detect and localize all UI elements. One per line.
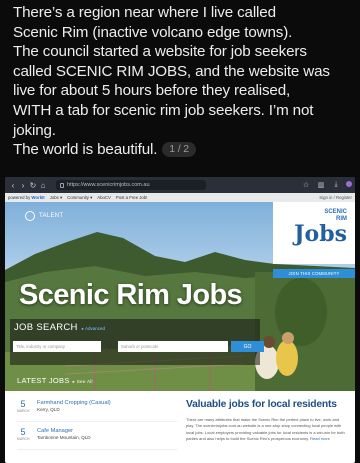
- forward-icon[interactable]: ›: [18, 181, 28, 190]
- promo-title: Valuable jobs for local residents: [186, 399, 337, 410]
- site-logo[interactable]: SCENIC RIM Jobs: [273, 202, 355, 264]
- search-icon[interactable]: ⚲: [104, 341, 115, 352]
- extension-icon[interactable]: [346, 181, 352, 187]
- join-community-button[interactable]: JOIN THIS COMMUNITY: [273, 269, 355, 278]
- site-nav: powered by WorkIt Jobs ▾ Community ▾ Abo…: [5, 193, 355, 202]
- advanced-search-link[interactable]: ▸ Advanced: [82, 326, 105, 331]
- nav-item-abocv[interactable]: AboCV: [97, 195, 111, 200]
- nav-item-jobs[interactable]: Jobs ▾: [50, 195, 62, 201]
- location-input[interactable]: Suburb or postcode: [118, 341, 228, 352]
- reload-icon[interactable]: ↻: [28, 181, 38, 190]
- job-location: Tamborine Mountain, QLD: [37, 435, 91, 440]
- nav-item-community[interactable]: Community ▾: [67, 195, 92, 201]
- job-title[interactable]: Cafe Manager: [37, 428, 91, 434]
- go-button[interactable]: GO: [231, 341, 264, 352]
- post-text: There’s a region near where I live calle…: [13, 4, 330, 159]
- see-all-link[interactable]: ▸ See All: [73, 379, 93, 384]
- workit-brand[interactable]: WorkIt: [31, 195, 44, 200]
- lock-icon: [60, 182, 64, 188]
- promo-body: There are many attributes that make the …: [186, 417, 345, 441]
- latest-jobs-label: LATEST JOBS ▸ See All: [17, 376, 93, 385]
- url-text: https://www.scenicrimjobs.com.au: [67, 182, 150, 188]
- read-more-link[interactable]: Read more: [310, 436, 330, 441]
- browser-toolbar: ‹ › ↻ ⌂ https://www.scenicrimjobs.com.au…: [5, 177, 355, 193]
- address-bar[interactable]: https://www.scenicrimjobs.com.au: [56, 180, 206, 190]
- job-date: 5 MARCH: [17, 427, 30, 442]
- embedded-screenshot[interactable]: ‹ › ↻ ⌂ https://www.scenicrimjobs.com.au…: [5, 177, 355, 463]
- library-icon[interactable]: ▥: [316, 181, 326, 189]
- sign-in-link[interactable]: Sign in / Register: [319, 195, 352, 200]
- talent-logo-icon: [25, 211, 35, 221]
- post-caption: There’s a region near where I live calle…: [13, 3, 353, 160]
- job-item[interactable]: 5 MARCH Farmhand Cropping (Casual) Kerry…: [17, 394, 177, 422]
- job-search-panel: JOB SEARCH ▸ Advanced Title, industry or …: [10, 319, 264, 365]
- job-item[interactable]: 5 MARCH Cafe Manager Tamborine Mountain,…: [17, 422, 177, 450]
- home-icon[interactable]: ⌂: [38, 181, 48, 190]
- promo-block: Valuable jobs for local residents There …: [186, 399, 348, 442]
- nav-item-post-job[interactable]: Post a Free Job!: [116, 195, 148, 200]
- powered-by-label: powered by WorkIt: [8, 195, 45, 200]
- latest-jobs-list: 5 MARCH Farmhand Cropping (Casual) Kerry…: [17, 394, 177, 450]
- job-search-label: JOB SEARCH ▸ Advanced: [14, 322, 105, 333]
- talent-badge: TALENT: [25, 211, 63, 221]
- logo-jobs: Jobs: [294, 221, 347, 247]
- keyword-input[interactable]: Title, industry or company: [13, 341, 101, 352]
- download-icon[interactable]: ⤓: [331, 181, 341, 189]
- star-icon[interactable]: ☆: [301, 181, 311, 189]
- job-date: 5 MARCH: [17, 399, 30, 414]
- job-location: Kerry, QLD: [37, 407, 60, 412]
- content-section: 5 MARCH Farmhand Cropping (Casual) Kerry…: [5, 391, 355, 463]
- back-icon[interactable]: ‹: [8, 181, 18, 190]
- hero-title: Scenic Rim Jobs: [19, 279, 243, 311]
- job-title[interactable]: Farmhand Cropping (Casual): [37, 400, 111, 406]
- talent-label: TALENT: [39, 213, 64, 219]
- image-counter[interactable]: 1 / 2: [162, 142, 196, 158]
- hero-banner: TALENT SCENIC RIM Jobs JOIN THIS COMMUNI…: [5, 202, 355, 391]
